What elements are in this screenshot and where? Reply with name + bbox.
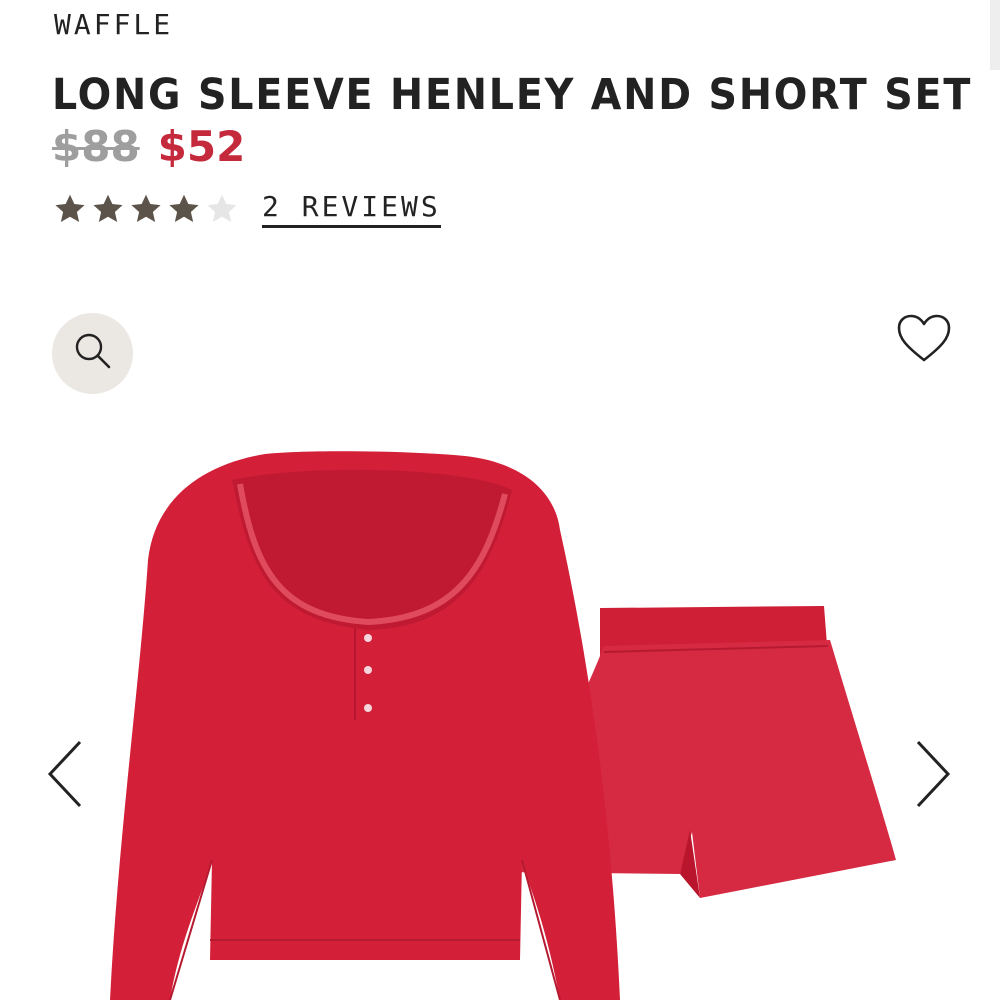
magnifier-icon	[71, 329, 115, 378]
sale-price: $52	[157, 122, 246, 171]
chevron-left-icon	[46, 740, 86, 814]
rating-row: 2 REVIEWS	[52, 190, 441, 228]
heart-outline-icon	[896, 314, 952, 369]
star-rating	[52, 191, 240, 227]
zoom-button[interactable]	[52, 313, 133, 394]
star-icon	[90, 191, 126, 227]
next-image-button[interactable]	[912, 738, 952, 810]
product-title: LONG SLEEVE HENLEY AND SHORT SET	[52, 70, 973, 120]
reviews-link[interactable]: 2 REVIEWS	[262, 190, 441, 228]
wishlist-button[interactable]	[896, 313, 952, 365]
product-image[interactable]	[0, 420, 1000, 1001]
chevron-right-icon	[912, 740, 952, 814]
star-icon	[204, 191, 240, 227]
star-icon	[52, 191, 88, 227]
previous-image-button[interactable]	[46, 738, 86, 810]
henley-top-illustration	[110, 451, 620, 1001]
star-icon	[166, 191, 202, 227]
page-scrollbar[interactable]	[990, 0, 1000, 70]
price-row: $88 $52	[52, 122, 245, 171]
collection-label: WAFFLE	[54, 8, 174, 41]
star-icon	[128, 191, 164, 227]
original-price: $88	[52, 122, 140, 171]
